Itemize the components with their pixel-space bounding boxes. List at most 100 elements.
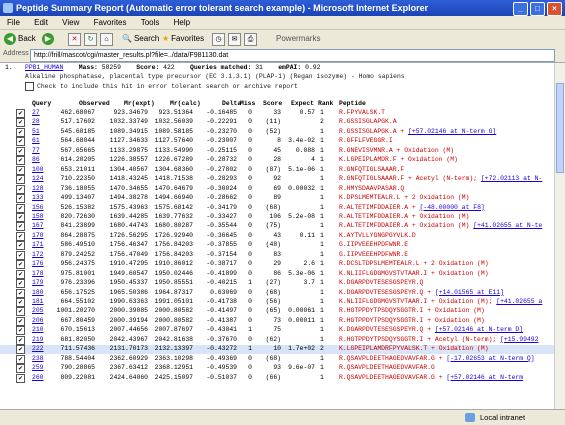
query-link[interactable]: 260: [32, 374, 44, 381]
minimize-button[interactable]: _: [513, 2, 528, 16]
modification-link[interactable]: [+57.02146 at N-term G]: [408, 128, 496, 135]
query-link[interactable]: 51: [32, 128, 40, 135]
modification-link[interactable]: [+41.02655 a: [496, 298, 542, 305]
row-checkbox[interactable]: ✔: [16, 269, 25, 279]
row-checkbox[interactable]: ✔: [16, 354, 25, 364]
row-checkbox[interactable]: ✔: [16, 194, 25, 204]
row-checkbox[interactable]: ✔: [16, 279, 25, 289]
modification-link[interactable]: [+72.02113 at N-: [481, 175, 542, 182]
menu-file[interactable]: File: [7, 18, 20, 27]
row-checkbox[interactable]: ✔: [16, 288, 25, 298]
row-checkbox[interactable]: ✔: [16, 316, 25, 326]
modification-link[interactable]: [+57.02146 at N-term D]: [435, 326, 523, 333]
modification-link[interactable]: [+14.01565 at E11]: [435, 289, 504, 296]
query-link[interactable]: 158: [32, 213, 44, 220]
row-checkbox[interactable]: ✔: [16, 298, 25, 307]
favorites-button[interactable]: ★ Favorites: [162, 32, 204, 46]
forward-button[interactable]: ▶: [42, 32, 54, 46]
query-link[interactable]: 176: [32, 260, 44, 267]
query-link[interactable]: 210: [32, 326, 44, 333]
modification-link[interactable]: [+15.99492: [500, 336, 538, 343]
row-checkbox[interactable]: ✔: [16, 109, 25, 118]
row-checkbox[interactable]: ✔: [16, 212, 25, 222]
peptide-sequence: K.DGARPDVTESESGSPEYR.Q: [339, 279, 424, 287]
row-checkbox[interactable]: ✔: [16, 175, 25, 185]
modification-link[interactable]: [+57.02146 at N-term: [446, 374, 523, 381]
menu-view[interactable]: View: [62, 18, 79, 27]
row-checkbox[interactable]: ✔: [16, 203, 25, 213]
archive-checkbox[interactable]: [25, 82, 34, 91]
query-link[interactable]: 77: [32, 147, 40, 154]
maximize-button[interactable]: □: [530, 2, 545, 16]
menu-edit[interactable]: Edit: [34, 18, 48, 27]
query-link[interactable]: 124: [32, 175, 44, 182]
query-link[interactable]: 259: [32, 364, 44, 371]
powermarks-button[interactable]: Powermarks: [276, 32, 320, 46]
row-checkbox[interactable]: ✔: [16, 326, 25, 336]
query-link[interactable]: 128: [32, 185, 44, 192]
menu-favorites[interactable]: Favorites: [94, 18, 127, 27]
query-link[interactable]: 28: [32, 118, 40, 125]
row-checkbox[interactable]: ✔: [16, 222, 25, 232]
history-button[interactable]: ◷: [212, 32, 225, 46]
close-button[interactable]: ×: [547, 2, 562, 16]
refresh-button[interactable]: ↻: [84, 32, 97, 46]
row-checkbox[interactable]: ✔: [16, 156, 25, 166]
peptide-cell: R.GNFQTIGLSAAAR.F + Acetyl (N-term); [+7…: [339, 175, 542, 182]
row-checkbox[interactable]: ✔: [16, 118, 25, 128]
query-link[interactable]: 27: [32, 109, 40, 116]
scrollbar-thumb[interactable]: [556, 83, 564, 173]
query-link[interactable]: 206: [32, 317, 44, 324]
row-checkbox[interactable]: ✔: [16, 137, 25, 147]
query-link[interactable]: 180: [32, 289, 44, 296]
mail-button[interactable]: ✉: [228, 32, 241, 46]
query-link[interactable]: 181: [32, 298, 44, 305]
row-checkbox[interactable]: ✔: [16, 127, 25, 137]
query-link[interactable]: 170: [32, 232, 44, 239]
query-link[interactable]: 171: [32, 241, 44, 248]
row-checkbox[interactable]: ✔: [16, 184, 25, 194]
row-checkbox[interactable]: ✔: [16, 364, 25, 374]
query-link[interactable]: 178: [32, 270, 44, 277]
home-button[interactable]: ⌂: [100, 32, 113, 46]
query-link[interactable]: 156: [32, 204, 44, 211]
accession-link[interactable]: PPB1_HUMAN: [25, 64, 63, 71]
vertical-scrollbar[interactable]: [554, 63, 565, 409]
row-checkbox[interactable]: ✔: [16, 335, 25, 345]
search-button[interactable]: 🔍 Search: [122, 32, 159, 46]
query-link[interactable]: 172: [32, 251, 44, 258]
print-button[interactable]: ⎙: [244, 32, 257, 46]
cell-expt: 2131.70173: [109, 345, 148, 353]
row-checkbox[interactable]: ✔: [16, 250, 25, 260]
query-link[interactable]: 100: [32, 166, 44, 173]
query-link[interactable]: 167: [32, 222, 44, 229]
back-button[interactable]: ◀ Back: [4, 32, 36, 46]
menu-help[interactable]: Help: [174, 18, 190, 27]
row-checkbox[interactable]: ✔: [16, 165, 25, 175]
query-link[interactable]: 61: [32, 137, 40, 144]
query-link[interactable]: 219: [32, 336, 44, 343]
row-checkbox[interactable]: ✔: [16, 146, 25, 156]
cell-score: (56): [265, 298, 281, 305]
modification-link[interactable]: [-48.00000 at F8]: [420, 204, 485, 211]
query-link[interactable]: 179: [32, 279, 44, 286]
row-checkbox[interactable]: ✔: [16, 260, 25, 270]
menu-tools[interactable]: Tools: [141, 18, 160, 27]
row-checkbox[interactable]: ✔: [16, 345, 25, 355]
query-link[interactable]: 86: [32, 156, 40, 163]
query-link[interactable]: 205: [32, 307, 44, 314]
row-checkbox[interactable]: ✔: [16, 307, 25, 317]
query-link[interactable]: 222: [32, 345, 44, 352]
row-checkbox[interactable]: ✔: [16, 241, 25, 251]
report-content: 1. PPB1_HUMAN Mass: 58259 Score: 422 Quer…: [0, 63, 565, 409]
query-link[interactable]: 133: [32, 194, 44, 201]
row-checkbox[interactable]: ✔: [16, 231, 25, 241]
row-checkbox[interactable]: ✔: [16, 373, 25, 383]
cell-delta: -0.41738: [206, 298, 237, 305]
modification-link[interactable]: [-17.02653 at N-term Q]: [446, 355, 534, 362]
address-input[interactable]: http://frill/mascot/cgi/master_results.p…: [30, 49, 555, 62]
query-link[interactable]: 238: [32, 355, 44, 362]
stop-button[interactable]: ✕: [68, 32, 81, 46]
peptide-cell: R.ALTETIMFDDAIER.A + [-48.00000 at F8]: [339, 204, 485, 211]
modification-link[interactable]: [+41.02655 at N-te: [473, 222, 542, 229]
